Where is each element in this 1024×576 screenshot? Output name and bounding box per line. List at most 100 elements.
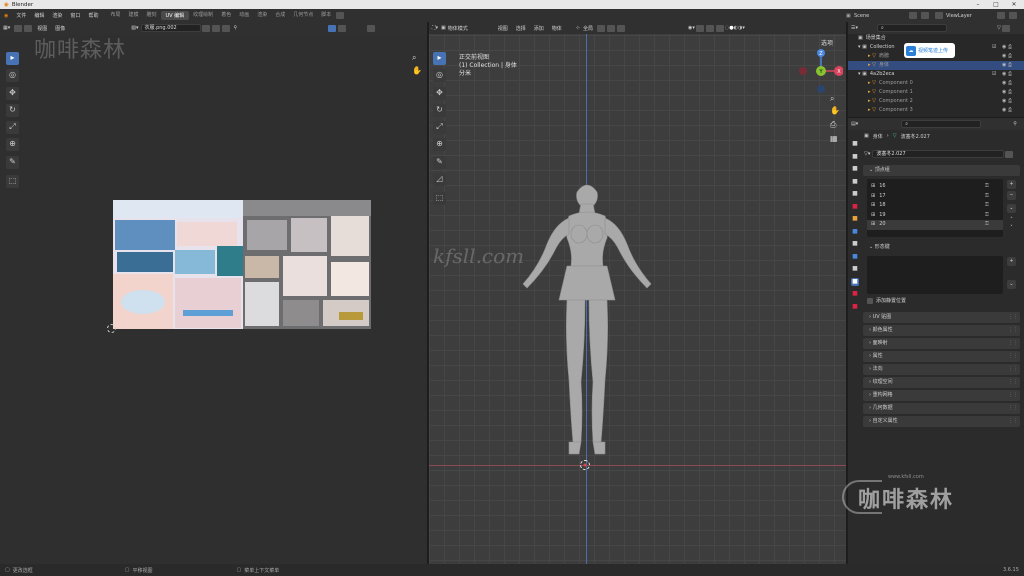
vertex-group-item[interactable]: ⊞ 19 ⚿ <box>867 211 1003 221</box>
image-name-field[interactable]: 衣服.png.002 <box>140 24 201 32</box>
image-open-icon[interactable] <box>211 24 220 32</box>
drag-handle-icon[interactable]: ⋮⋮ <box>1008 364 1018 375</box>
lock-icon[interactable]: ⚿ <box>985 220 989 230</box>
tab-render-icon[interactable]: ■ <box>851 153 859 161</box>
lock-icon[interactable]: ⚿ <box>985 182 989 192</box>
image-browse-icon[interactable]: ▧▾ <box>131 25 138 31</box>
uv-select-mode-icon[interactable] <box>24 24 33 32</box>
panel-5[interactable]: › 纹理空间 ⋮⋮ <box>863 377 1020 388</box>
pin-icon[interactable]: ⚲ <box>231 25 241 31</box>
gizmo-neg-x-axis[interactable] <box>799 67 807 75</box>
minimize-icon[interactable]: – <box>968 0 988 9</box>
outliner-item[interactable]: ▸ ▽ Component 2 ◉ ⎙ <box>848 97 1024 106</box>
outliner-search-input[interactable]: ⌕ <box>877 24 947 32</box>
mode-selector[interactable]: 物体模式 <box>448 25 494 32</box>
drag-handle-icon[interactable]: ⋮⋮ <box>1008 390 1018 401</box>
menu-item-4[interactable]: 帮助 <box>84 12 102 19</box>
uv-sync-icon[interactable] <box>14 24 23 32</box>
pivot-icon[interactable] <box>597 24 606 32</box>
maximize-icon[interactable]: □ <box>986 0 1006 9</box>
breadcrumb-mesh[interactable]: 波塞冬2.027 <box>901 133 930 140</box>
upload-popup[interactable]: ☁ 视频笔迹上传 <box>904 43 955 58</box>
panel-3[interactable]: › 属性 ⋮⋮ <box>863 351 1020 362</box>
breadcrumb-object[interactable]: 身体 <box>873 133 883 140</box>
mesh-object-icon[interactable]: ▸ ▽ <box>868 79 876 88</box>
tab-material-icon[interactable]: ■ <box>851 290 859 298</box>
editor-type-icon[interactable]: ▦▾ <box>0 25 13 31</box>
menu-item-1[interactable]: 编辑 <box>30 12 48 19</box>
tab-physics-icon[interactable]: ■ <box>851 253 859 261</box>
properties-search-input[interactable]: ⌕ <box>901 120 982 128</box>
navigation-gizmo[interactable]: X Y Z <box>799 49 843 93</box>
relative-checkbox[interactable] <box>867 297 873 304</box>
transform-tool-icon[interactable]: ⊕ <box>6 138 19 151</box>
panel-4[interactable]: › 法向 ⋮⋮ <box>863 364 1020 375</box>
vp-camera-icon[interactable]: ⎙ <box>830 120 836 130</box>
menu-item-0[interactable]: 文件 <box>12 12 30 19</box>
3d-viewport[interactable]: 正交前视图 (1) Collection | 身体 分米 选项 kfsll.co… <box>429 34 846 564</box>
scene-name[interactable]: Scene <box>854 13 869 19</box>
panel-6[interactable]: › 重构网格 ⋮⋮ <box>863 390 1020 401</box>
viewport-editor-type-icon[interactable]: ⛶▾ <box>429 25 441 31</box>
uv-menu-image[interactable]: 图像 <box>51 25 69 32</box>
vertex-group-item[interactable]: ⊞ 18 ⚿ <box>867 201 1003 211</box>
workspace-tab-10[interactable]: 脚本 <box>317 11 335 20</box>
tab-object-icon[interactable]: ■ <box>851 215 859 223</box>
workspace-tab-2[interactable]: 雕刻 <box>142 11 160 20</box>
vp-menu-select[interactable]: 选择 <box>512 25 530 32</box>
uv-2d-cursor-icon[interactable] <box>107 324 116 333</box>
rotate-tool-icon[interactable]: ↻ <box>6 104 19 117</box>
proportional-edit-icon[interactable] <box>617 24 626 32</box>
visibility-eye-icon[interactable]: ◉ ⎙ <box>1002 88 1012 97</box>
image-close-icon[interactable] <box>221 24 230 32</box>
outliner-new-collection-icon[interactable] <box>1001 24 1010 32</box>
tab-output-icon[interactable]: ■ <box>851 165 859 173</box>
properties-type-icon[interactable]: ▤▾ <box>848 121 861 127</box>
shape-keys-panel[interactable]: ⌄ 形态键 <box>863 242 1020 253</box>
overlay-toggle-icon[interactable] <box>705 24 714 32</box>
close-icon[interactable]: ✕ <box>1004 0 1024 9</box>
shading-options-icon[interactable]: ▾ <box>742 25 745 31</box>
visibility-eye-icon[interactable]: ◉ ⎙ <box>1002 70 1012 79</box>
tab-world-icon[interactable]: ■ <box>851 203 859 211</box>
vp-move-tool-icon[interactable]: ✥ <box>433 87 446 100</box>
annotate-tool-icon[interactable]: ✎ <box>6 156 19 169</box>
workspace-tab-6[interactable]: 动画 <box>235 11 253 20</box>
orientation-selector[interactable]: 全局 <box>580 25 596 32</box>
workspace-tab-1[interactable]: 建模 <box>124 11 142 20</box>
panel-7[interactable]: › 几何数据 ⋮⋮ <box>863 403 1020 414</box>
properties-pin-icon[interactable]: ⚲ <box>1013 121 1017 127</box>
menu-item-3[interactable]: 窗口 <box>66 12 84 19</box>
drag-handle-icon[interactable]: ⋮⋮ <box>1008 325 1018 336</box>
vg-remove-button[interactable]: − <box>1007 191 1016 200</box>
vp-select-tool-icon[interactable]: ▸ <box>433 52 446 65</box>
vp-zoom-icon[interactable]: ⌕ <box>830 94 834 104</box>
viewlayer-browse-icon[interactable] <box>997 12 1005 19</box>
vp-annotate-tool-icon[interactable]: ✎ <box>433 156 446 169</box>
collection-checkbox[interactable]: ☑ <box>992 70 996 79</box>
workspace-tab-8[interactable]: 合成 <box>271 11 289 20</box>
outliner-root[interactable]: ▣ 场景集合 <box>848 34 1024 43</box>
tab-texture-icon[interactable]: ■ <box>851 303 859 311</box>
vp-rotate-tool-icon[interactable]: ↻ <box>433 104 446 117</box>
panel-8[interactable]: › 自定义属性 ⋮⋮ <box>863 416 1020 427</box>
mesh-object-icon[interactable]: ▸ ▽ <box>868 61 876 70</box>
drag-handle-icon[interactable]: ⋮⋮ <box>1008 338 1018 349</box>
workspace-tab-4[interactable]: 纹理绘制 <box>189 11 217 20</box>
workspace-tab-7[interactable]: 渲染 <box>253 11 271 20</box>
drag-handle-icon[interactable]: ⋮⋮ <box>1008 377 1018 388</box>
gizmo-toggle-icon[interactable] <box>695 24 704 32</box>
tab-view-layer-icon[interactable]: ■ <box>851 178 859 186</box>
panel-2[interactable]: › 面映射 ⋮⋮ <box>863 338 1020 349</box>
sk-menu-button[interactable]: ⌄ <box>1007 280 1016 289</box>
tab-particles-icon[interactable]: ■ <box>851 240 859 248</box>
tab-tool-icon[interactable]: ■ <box>851 140 859 148</box>
move-tool-icon[interactable]: ✥ <box>6 87 19 100</box>
vp-menu-add[interactable]: 添加 <box>530 25 548 32</box>
workspace-tab-0[interactable]: 布局 <box>106 11 124 20</box>
lock-icon[interactable]: ⚿ <box>985 201 989 211</box>
vp-menu-object[interactable]: 物体 <box>548 25 566 32</box>
drag-handle-icon[interactable]: ⋮⋮ <box>1008 403 1018 414</box>
select-tool-icon[interactable]: ▸ <box>6 52 19 65</box>
tab-constraints-icon[interactable]: ■ <box>851 265 859 273</box>
